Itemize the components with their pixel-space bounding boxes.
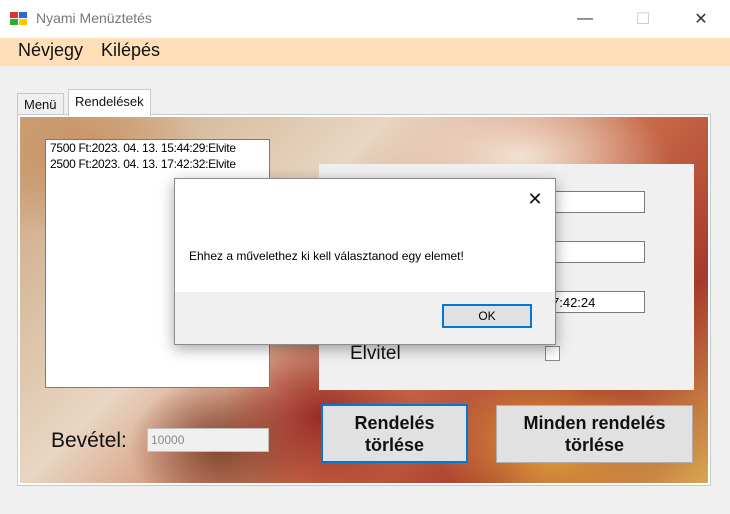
detail-field-1[interactable] bbox=[549, 191, 645, 213]
list-item[interactable]: 7500 Ft:2023. 04. 13. 15:44:29:Elvite bbox=[46, 140, 269, 156]
ok-button[interactable]: OK bbox=[442, 304, 532, 328]
minimize-button[interactable]: — bbox=[556, 0, 614, 38]
minimize-icon: — bbox=[577, 10, 593, 27]
app-icon bbox=[10, 12, 27, 25]
detail-field-2[interactable] bbox=[549, 241, 645, 263]
list-item[interactable]: 2500 Ft:2023. 04. 13. 17:42:32:Elvite bbox=[46, 156, 269, 172]
delete-order-button[interactable]: Rendelés törlése bbox=[321, 404, 468, 463]
title-bar: Nyami Menüztetés — ☐ ✕ bbox=[0, 0, 730, 38]
delete-all-orders-button[interactable]: Minden rendelés törlése bbox=[496, 405, 693, 463]
dialog-footer: OK bbox=[175, 292, 555, 344]
menu-exit[interactable]: Kilépés bbox=[101, 40, 160, 61]
window-title: Nyami Menüztetés bbox=[36, 10, 152, 26]
tab-orders[interactable]: Rendelések bbox=[68, 89, 151, 116]
delete-order-label: Rendelés törlése bbox=[354, 412, 435, 455]
close-icon: ✕ bbox=[527, 188, 543, 209]
menu-bar: Névjegy Kilépés bbox=[0, 38, 730, 66]
maximize-button[interactable]: ☐ bbox=[614, 0, 672, 38]
income-field: 10000 bbox=[147, 428, 269, 452]
income-label: Bevétel: bbox=[51, 429, 127, 452]
maximize-icon: ☐ bbox=[635, 11, 651, 28]
dialog-close-button[interactable]: ✕ bbox=[521, 185, 549, 213]
delete-all-label: Minden rendelés törlése bbox=[523, 413, 666, 455]
menu-about[interactable]: Névjegy bbox=[18, 40, 83, 61]
tab-menu[interactable]: Menü bbox=[17, 93, 64, 115]
close-icon: ✕ bbox=[694, 11, 708, 28]
close-button[interactable]: ✕ bbox=[672, 0, 730, 38]
message-dialog: ✕ Ehhez a művelethez ki kell választanod… bbox=[174, 178, 556, 345]
dialog-message: Ehhez a művelethez ki kell választanod e… bbox=[189, 249, 464, 263]
takeaway-label: Elvitel bbox=[350, 343, 401, 364]
takeaway-checkbox[interactable] bbox=[545, 346, 560, 361]
order-date-field[interactable]: 7:42:24 bbox=[549, 291, 645, 313]
